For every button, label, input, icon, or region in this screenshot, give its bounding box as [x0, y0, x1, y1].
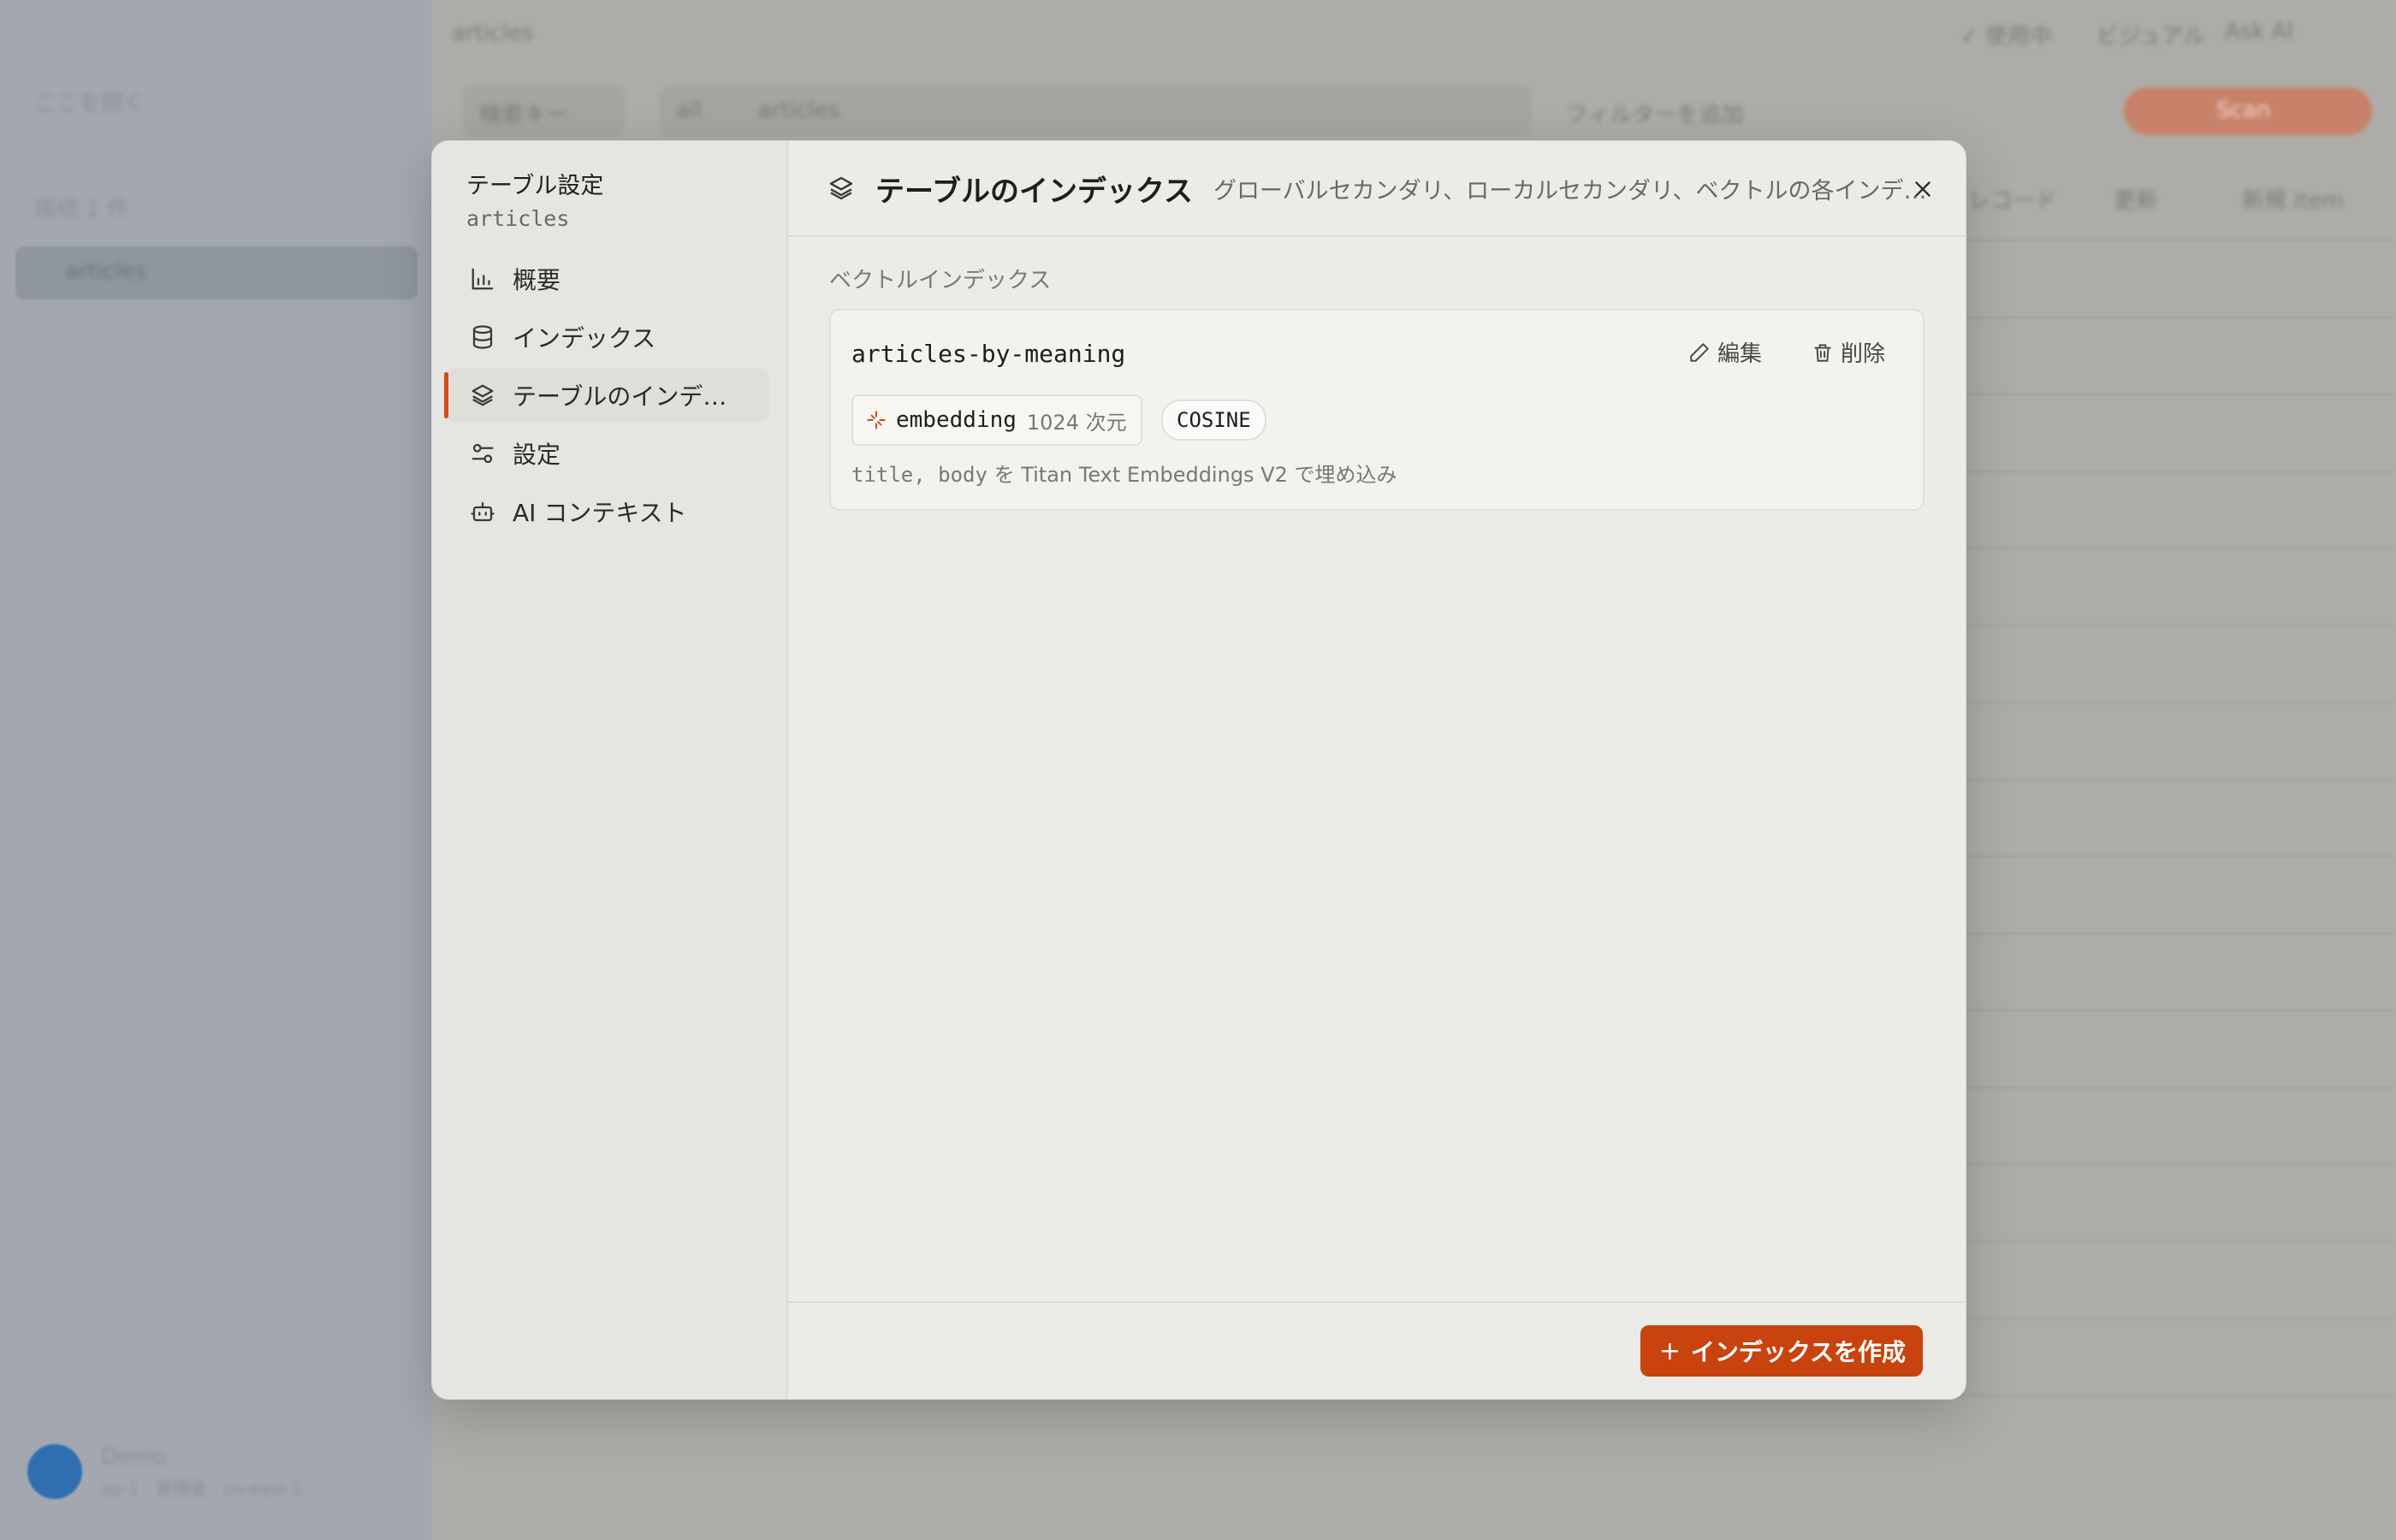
background-query-mode: 検索キー [479, 103, 569, 128]
sidebar-item-label: 設定 [513, 441, 561, 469]
background-sidebar: ここを開く 接続 1 件 articles Demo ap-1 · 管理者 · … [0, 0, 431, 1540]
modal-footer: + インデックスを作成 [786, 1301, 1966, 1399]
sidebar-item-indexes[interactable]: インデックス [444, 311, 769, 364]
sidebar-item-label: 概要 [513, 266, 561, 294]
database-icon [468, 323, 497, 352]
background-toolbar-item: Ask AI [2225, 19, 2294, 44]
sidebar-item-table-indexes[interactable]: テーブルのインデックス [444, 369, 769, 422]
background-query-value: articles [758, 98, 840, 123]
sidebar-item-label: AI コンテキスト [513, 499, 687, 527]
page-description: グローバルセカンダリ、ローカルセカンダリ、ベクトルの各インデックス [1213, 177, 1932, 204]
modal-main: テーブルのインデックス グローバルセカンダリ、ローカルセカンダリ、ベクトルの各イ… [786, 141, 1966, 1399]
section-label-vector-indexes: ベクトルインデックス [829, 268, 1052, 293]
background-back-link: ここを開く [34, 91, 146, 116]
avatar [27, 1444, 82, 1499]
close-icon [1915, 181, 1930, 197]
background-toolbar-item: ✓ 使用中 [1960, 24, 2053, 50]
sliders-icon [468, 439, 497, 468]
sidebar-item-ai-context[interactable]: AI コンテキスト [444, 485, 769, 538]
bar-chart-icon [468, 264, 497, 293]
layers-icon [826, 173, 857, 204]
vector-index-name: articles-by-meaning [851, 340, 1126, 368]
background-active-table: articles [65, 258, 147, 284]
layers-icon [468, 381, 497, 410]
edit-button-label: 編集 [1717, 341, 1763, 367]
delete-button[interactable]: 削除 [1812, 336, 1885, 368]
background-user-name: Demo [101, 1444, 168, 1470]
delete-button-label: 削除 [1841, 341, 1886, 367]
background-row-action: レコード [1968, 188, 2058, 214]
background-filter-label: フィルターを追加 [1566, 103, 1744, 128]
modal-header: テーブルのインデックス グローバルセカンダリ、ローカルセカンダリ、ベクトルの各イ… [786, 141, 1966, 237]
vector-field-chip: embedding 1024 次元 [851, 394, 1142, 446]
background-table-title: articles [452, 21, 534, 46]
vector-index-card: articles-by-meaning 編集 削除 embedding 1024… [829, 309, 1925, 511]
sidebar-item-label: テーブルのインデックス [513, 382, 744, 411]
sidebar-item-settings[interactable]: 設定 [444, 427, 769, 480]
edit-button[interactable]: 編集 [1688, 336, 1762, 368]
modal-sidebar: テーブル設定 articles 概要 インデックス テーブルのインデックス 設定 [432, 141, 788, 1399]
table-settings-modal: テーブル設定 articles 概要 インデックス テーブルのインデックス 設定 [431, 140, 1966, 1400]
bot-icon [468, 497, 497, 526]
vector-icon [867, 411, 886, 429]
close-button[interactable] [1906, 172, 1940, 206]
background-query-scope: all [676, 98, 703, 123]
page-title: テーブルのインデックス [875, 174, 1193, 209]
embedding-model-text: を Titan Text Embeddings V2 で埋め込み [987, 463, 1397, 487]
vector-field-name: embedding [896, 407, 1017, 433]
background-user-sub: ap-1 · 管理者 · us-east-1 [101, 1478, 304, 1499]
background-toolbar-item: ビジュアル [2096, 24, 2206, 50]
pencil-icon [1690, 342, 1709, 362]
background-row-action: 新規 item [2242, 188, 2345, 214]
trash-icon [1814, 343, 1831, 362]
distance-metric-badge: COSINE [1161, 400, 1266, 441]
plus-icon: + [1658, 1336, 1681, 1366]
sidebar-item-label: インデックス [513, 324, 656, 352]
background-group-label: 接続 1 件 [34, 197, 130, 222]
source-fields: title, body [851, 463, 987, 487]
vector-index-description: title, body を Titan Text Embeddings V2 で… [851, 458, 1397, 488]
create-index-label: インデックスを作成 [1690, 1338, 1906, 1366]
background-run-label: Scan [2216, 98, 2271, 123]
vector-dimensions: 1024 次元 [1026, 410, 1127, 435]
background-row-action: 更新 [2114, 188, 2159, 214]
create-index-button[interactable]: + インデックスを作成 [1640, 1325, 1923, 1377]
modal-sidebar-subtitle: articles [466, 206, 570, 231]
sidebar-item-overview[interactable]: 概要 [444, 252, 769, 305]
modal-sidebar-title: テーブル設定 [466, 173, 604, 199]
